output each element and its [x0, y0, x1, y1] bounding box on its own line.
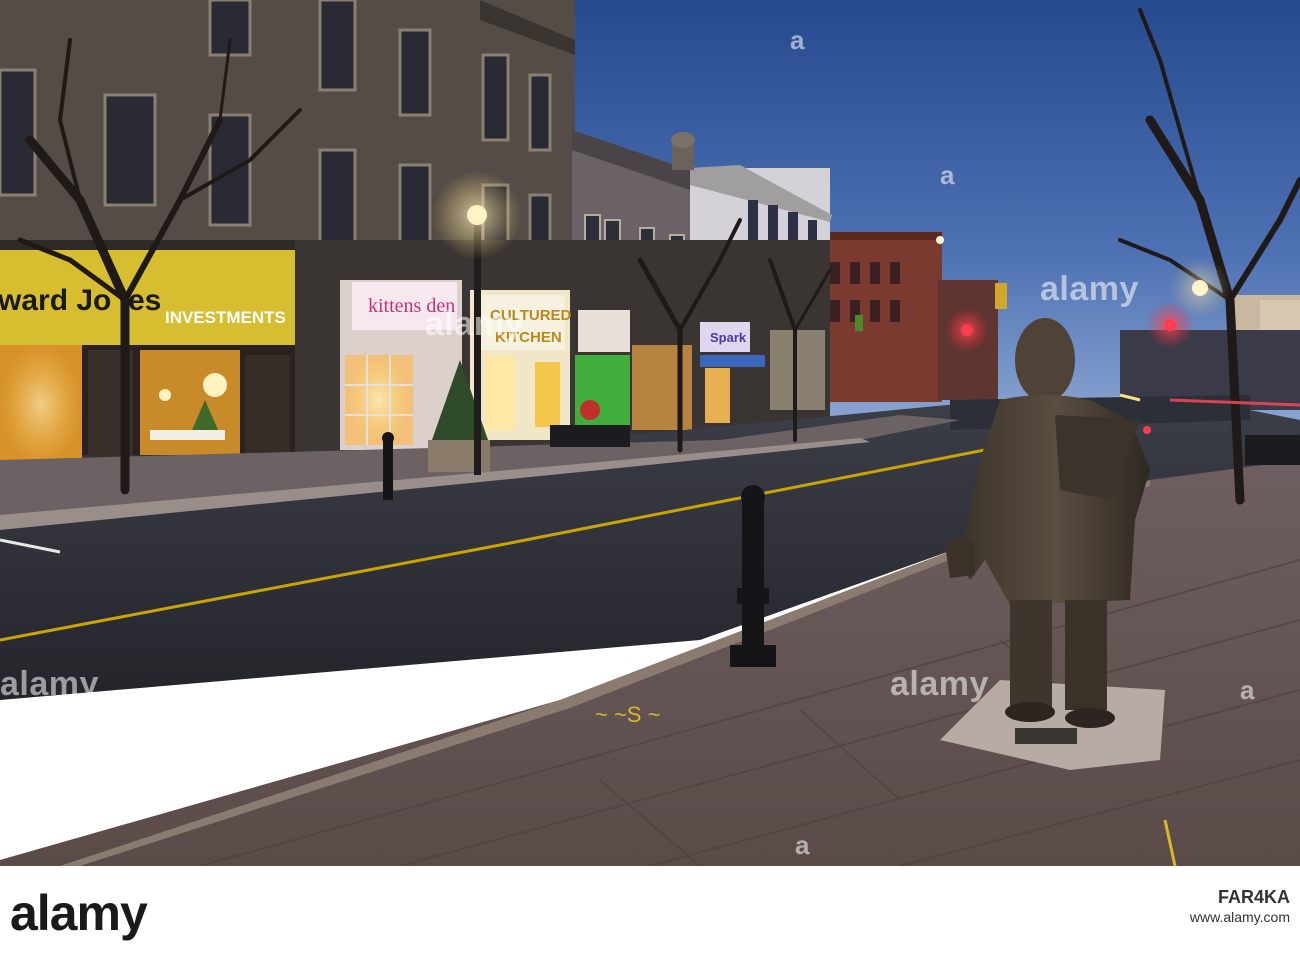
watermark: alamy: [1040, 270, 1139, 308]
watermark-mark: a: [1240, 675, 1255, 705]
watermark-mark: a: [790, 25, 805, 55]
bollard-far: [382, 432, 394, 500]
svg-text:~ ~S ~: ~ ~S ~: [595, 702, 660, 727]
watermark: alamy: [425, 305, 524, 343]
alamy-url: www.alamy.com: [1189, 908, 1290, 925]
bench-left: [550, 425, 630, 447]
investments-text: INVESTMENTS: [165, 308, 286, 327]
watermark-mark: a: [940, 160, 955, 190]
storefront-green: [575, 355, 630, 430]
watermark-footer: alamy FAR4KA www.alamy.com: [0, 866, 1300, 956]
watermark: alamy: [0, 665, 99, 703]
street-lamp-pole: [474, 225, 481, 475]
watermark: alamy: [890, 665, 989, 703]
spark-text: Spark: [710, 330, 747, 345]
storefront-spark: [632, 345, 692, 430]
alamy-logo: alamy: [10, 885, 148, 941]
edward-jones-text-left: ward Jo: [0, 284, 111, 317]
watermark-mark: a: [340, 675, 355, 705]
photo-scene: ward Jo es INVESTMENTS kittens den CULTU…: [0, 0, 1300, 866]
image-id-block: FAR4KA www.alamy.com: [1150, 886, 1290, 926]
watermark-mark: a: [795, 830, 810, 860]
image-id: FAR4KA: [1217, 887, 1290, 907]
